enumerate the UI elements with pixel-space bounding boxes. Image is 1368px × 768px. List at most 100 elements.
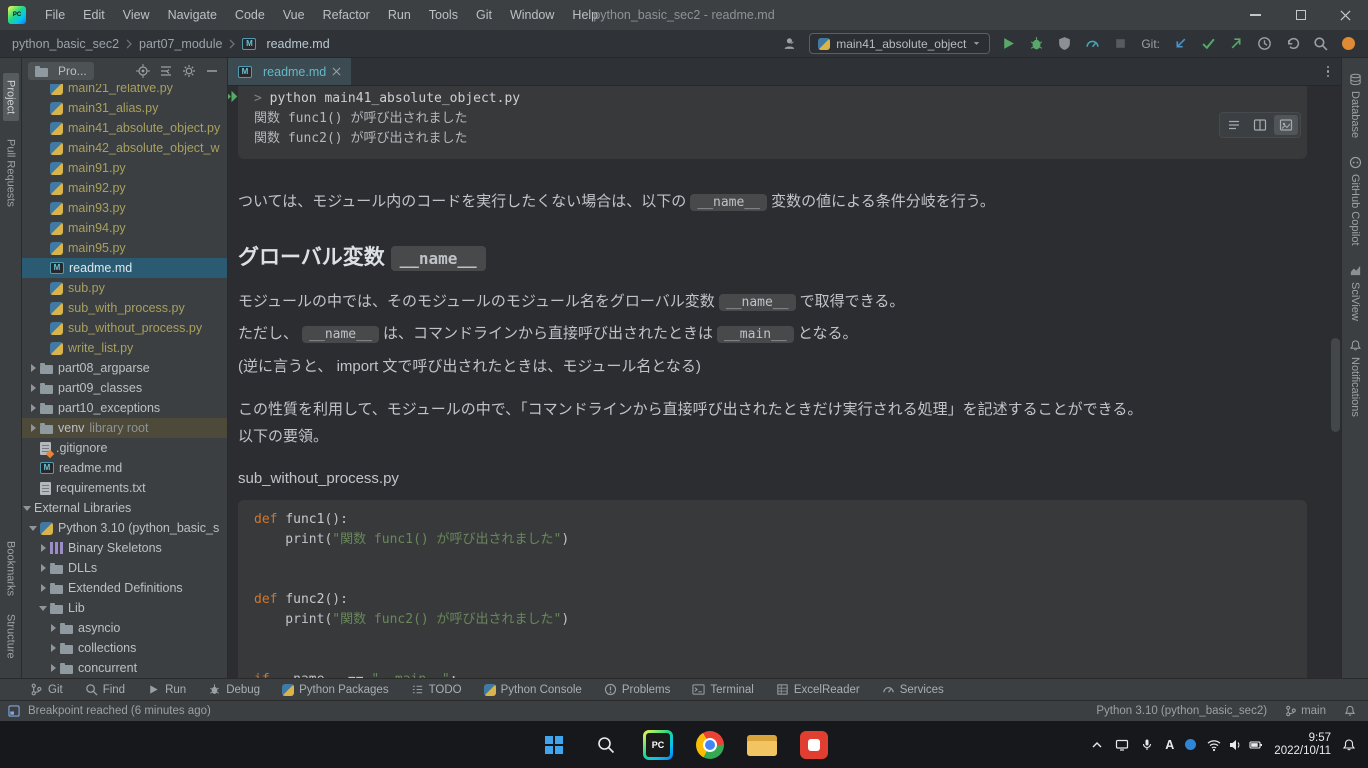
git-branch-widget[interactable]: main — [1285, 705, 1326, 717]
chrome-icon[interactable] — [690, 725, 730, 765]
coverage-button[interactable] — [1055, 34, 1074, 53]
tree-item-11-sub-with-process-py[interactable]: sub_with_process.py — [22, 298, 227, 318]
tree-item-26-lib[interactable]: Lib — [22, 598, 227, 618]
tree-item-4-main91-py[interactable]: main91.py — [22, 158, 227, 178]
red-app-icon[interactable] — [794, 725, 834, 765]
show-editor-and-preview-icon[interactable] — [1248, 115, 1272, 135]
tool-stripe-database[interactable]: Database — [1349, 73, 1362, 138]
menu-run[interactable]: Run — [379, 0, 420, 30]
menu-window[interactable]: Window — [501, 0, 563, 30]
run-config-select[interactable]: main41_absolute_object — [809, 33, 990, 54]
collapse-all-icon[interactable] — [159, 64, 173, 78]
notifications-icon[interactable] — [1344, 705, 1356, 717]
menu-refactor[interactable]: Refactor — [314, 0, 379, 30]
tree-item-13-write-list-py[interactable]: write_list.py — [22, 338, 227, 358]
run-code-block-icon[interactable] — [228, 89, 239, 103]
menu-navigate[interactable]: Navigate — [159, 0, 226, 30]
tray-expand-icon[interactable] — [1090, 738, 1104, 752]
search-everywhere-icon[interactable] — [1311, 34, 1330, 53]
tab-readme-md[interactable]: M readme.md — [228, 58, 351, 85]
maximize-button[interactable] — [1278, 0, 1323, 30]
toolwindow-debug[interactable]: Debug — [208, 683, 260, 696]
network-volume-battery-group[interactable] — [1207, 738, 1263, 752]
tree-item-9-readme-md[interactable]: Mreadme.md — [22, 258, 227, 278]
tool-stripe-notifications[interactable]: Notifications — [1349, 339, 1362, 417]
toolwindow-python-console[interactable]: Python Console — [484, 684, 582, 696]
tree-item-6-main93-py[interactable]: main93.py — [22, 198, 227, 218]
locate-file-icon[interactable] — [136, 64, 150, 78]
breadcrumb-item-part07-module[interactable]: part07_module — [139, 37, 222, 51]
tree-item-21-external-libraries[interactable]: External Libraries — [22, 498, 227, 518]
tree-item-10-sub-py[interactable]: sub.py — [22, 278, 227, 298]
tab-options-icon[interactable] — [1315, 66, 1342, 78]
menu-edit[interactable]: Edit — [74, 0, 114, 30]
menu-view[interactable]: View — [114, 0, 159, 30]
tree-item-28-collections[interactable]: collections — [22, 638, 227, 658]
menu-code[interactable]: Code — [226, 0, 274, 30]
project-tab[interactable]: Pro... — [28, 62, 94, 80]
toolwindow-find[interactable]: Find — [85, 683, 125, 696]
toolwindow-problems[interactable]: Problems — [604, 683, 671, 696]
tree-item-3-main42-absolute-object-w[interactable]: main42_absolute_object_w — [22, 138, 227, 158]
minimize-button[interactable] — [1233, 0, 1278, 30]
tree-item-2-main41-absolute-object-py[interactable]: main41_absolute_object.py — [22, 118, 227, 138]
editor-scrollbar[interactable] — [1331, 338, 1340, 432]
tree-item-16-part10-exceptions[interactable]: part10_exceptions — [22, 398, 227, 418]
tree-item-23-binary-skeletons[interactable]: Binary Skeletons — [22, 538, 227, 558]
menu-file[interactable]: File — [36, 0, 74, 30]
tab-close-icon[interactable] — [332, 67, 341, 76]
panel-settings-icon[interactable] — [182, 64, 196, 78]
tree-item-27-asyncio[interactable]: asyncio — [22, 618, 227, 638]
toolwindow-services[interactable]: Services — [882, 683, 944, 696]
tree-item-15-part09-classes[interactable]: part09_classes — [22, 378, 227, 398]
toolwindow-excelreader[interactable]: ExcelReader — [776, 683, 860, 696]
taskbar-search-icon[interactable] — [586, 725, 626, 765]
pycharm-taskbar-icon[interactable]: PC — [638, 725, 678, 765]
menu-vue[interactable]: Vue — [274, 0, 314, 30]
toolwindow-python-packages[interactable]: Python Packages — [282, 684, 389, 696]
taskbar-clock[interactable]: 9:57 2022/10/11 — [1274, 732, 1331, 758]
tree-item-19-readme-md[interactable]: Mreadme.md — [22, 458, 227, 478]
tree-item-17-venv[interactable]: venvlibrary root — [22, 418, 227, 438]
tool-windows-icon[interactable] — [8, 705, 20, 717]
tree-item-22-python-3-10-python-basic-s[interactable]: Python 3.10 (python_basic_s — [22, 518, 227, 538]
toolwindow-git[interactable]: Git — [30, 683, 63, 696]
user-icon[interactable] — [781, 34, 800, 53]
start-button[interactable] — [534, 725, 574, 765]
stop-button[interactable] — [1111, 34, 1130, 53]
rollback-button[interactable] — [1283, 34, 1302, 53]
close-button[interactable] — [1323, 0, 1368, 30]
notification-center-icon[interactable] — [1342, 738, 1356, 752]
tree-item-18-gitignore[interactable]: .gitignore — [22, 438, 227, 458]
settings-sync-icon[interactable] — [1339, 34, 1358, 53]
show-editor-only-icon[interactable] — [1222, 115, 1246, 135]
tree-item-5-main92-py[interactable]: main92.py — [22, 178, 227, 198]
tool-stripe-github-copilot[interactable]: GitHub Copilot — [1349, 156, 1362, 246]
debug-button[interactable] — [1027, 34, 1046, 53]
run-button[interactable] — [999, 34, 1018, 53]
tree-item-0-main21-relative-py[interactable]: main21_relative.py — [22, 84, 227, 98]
tool-stripe-pull-requests[interactable]: Pull Requests — [5, 139, 17, 207]
tool-stripe-project[interactable]: Project — [3, 73, 19, 121]
push-button[interactable] — [1227, 34, 1246, 53]
interpreter-widget[interactable]: Python 3.10 (python_basic_sec2) — [1096, 705, 1267, 717]
profiler-button[interactable] — [1083, 34, 1102, 53]
menu-tools[interactable]: Tools — [420, 0, 467, 30]
ime-indicator[interactable]: A — [1165, 738, 1174, 752]
tool-stripe-sciview[interactable]: SciView — [1349, 264, 1362, 321]
tree-item-14-part08-argparse[interactable]: part08_argparse — [22, 358, 227, 378]
history-button[interactable] — [1255, 34, 1274, 53]
hide-panel-icon[interactable] — [205, 64, 219, 78]
bluetooth-tray-icon[interactable] — [1185, 739, 1196, 750]
show-preview-only-icon[interactable] — [1274, 115, 1298, 135]
commit-button[interactable] — [1199, 34, 1218, 53]
tree-item-29-concurrent[interactable]: concurrent — [22, 658, 227, 678]
file-explorer-icon[interactable] — [742, 725, 782, 765]
tool-stripe-structure[interactable]: Structure — [5, 614, 17, 659]
tree-item-8-main95-py[interactable]: main95.py — [22, 238, 227, 258]
tool-stripe-bookmarks[interactable]: Bookmarks — [5, 541, 17, 596]
microphone-icon[interactable] — [1140, 738, 1154, 752]
breadcrumb-item-python-basic-sec2[interactable]: python_basic_sec2 — [12, 37, 119, 51]
tree-item-7-main94-py[interactable]: main94.py — [22, 218, 227, 238]
toolwindow-run[interactable]: Run — [147, 683, 186, 696]
